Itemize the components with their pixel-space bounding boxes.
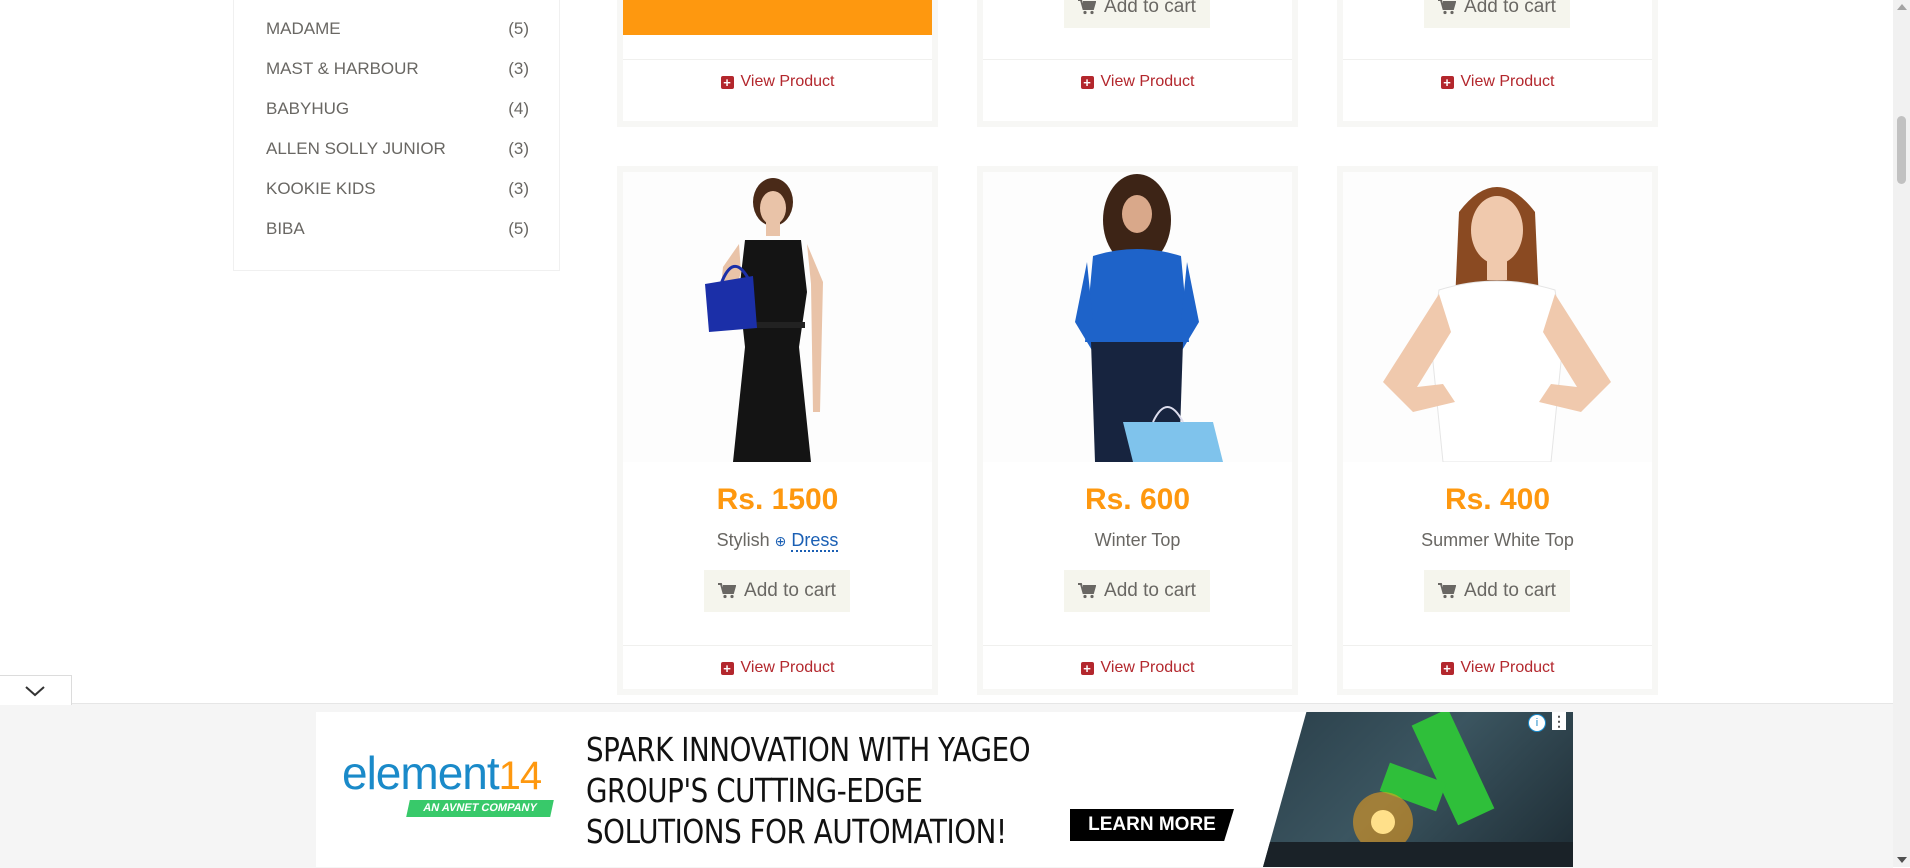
view-product-label: View Product bbox=[740, 659, 835, 676]
product-name: Winter Top bbox=[1094, 530, 1181, 550]
view-product-label: View Product bbox=[1100, 73, 1195, 90]
plus-square-icon: + bbox=[720, 75, 734, 89]
add-to-cart-button[interactable]: Add to cart bbox=[704, 570, 850, 612]
ad-brand-text: element bbox=[342, 747, 500, 799]
scroll-down-icon[interactable] bbox=[1897, 857, 1907, 863]
scroll-up-icon[interactable] bbox=[1897, 4, 1907, 10]
cart-icon bbox=[718, 583, 737, 599]
view-product-link[interactable]: + View Product bbox=[1343, 73, 1652, 91]
ad-bar-line bbox=[72, 703, 1893, 704]
brand-name: BIBA bbox=[266, 219, 305, 238]
product-name: Stylish ⊕ Dress bbox=[623, 530, 932, 552]
product-image[interactable] bbox=[623, 172, 932, 462]
brand-count: (3) bbox=[508, 59, 529, 78]
brand-item-biba[interactable]: BIBA (5) bbox=[266, 217, 529, 241]
ad-brand-number: 14 bbox=[498, 754, 542, 798]
ad-info-icon[interactable]: i bbox=[1528, 714, 1546, 732]
brand-item-kookie-kids[interactable]: KOOKIE KIDS (3) bbox=[266, 177, 529, 201]
view-product-label: View Product bbox=[1460, 659, 1555, 676]
woman-blue-top-image bbox=[983, 172, 1292, 462]
view-product-link[interactable]: + View Product bbox=[983, 659, 1292, 677]
plus-square-icon: + bbox=[1080, 75, 1094, 89]
cart-icon bbox=[1078, 0, 1097, 15]
card-divider bbox=[1343, 645, 1652, 646]
link-circle-icon: ⊕ bbox=[774, 533, 787, 549]
orange-overlay bbox=[623, 0, 932, 35]
brand-item-madame[interactable]: MADAME (5) bbox=[266, 17, 529, 41]
product-card: + View Product bbox=[617, 0, 938, 127]
learn-more-button[interactable]: LEARN MORE bbox=[1070, 809, 1234, 841]
brand-item-babyhug[interactable]: BABYHUG (4) bbox=[266, 97, 529, 121]
product-card: Rs. 600 Winter Top Add to cart + View Pr… bbox=[977, 166, 1298, 695]
page-scrollbar[interactable] bbox=[1893, 0, 1910, 867]
product-price: Rs. 400 bbox=[1444, 483, 1551, 516]
plus-square-icon: + bbox=[1440, 75, 1454, 89]
card-divider bbox=[623, 59, 932, 60]
add-to-cart-label: Add to cart bbox=[1464, 0, 1556, 17]
add-to-cart-label: Add to cart bbox=[1104, 0, 1196, 17]
brand-name: BABYHUG bbox=[266, 99, 350, 118]
add-to-cart-label: Add to cart bbox=[1464, 580, 1556, 601]
add-to-cart-label: Add to cart bbox=[744, 580, 836, 601]
plus-square-icon: + bbox=[1440, 661, 1454, 675]
brand-count: (5) bbox=[508, 219, 529, 238]
add-to-cart-button[interactable]: Add to cart bbox=[1424, 570, 1570, 612]
cart-icon bbox=[1438, 0, 1457, 15]
add-to-cart-button[interactable]: Add to cart bbox=[1064, 570, 1210, 612]
plus-square-icon: + bbox=[720, 661, 734, 675]
brand-name: KOOKIE KIDS bbox=[266, 179, 376, 198]
view-product-label: View Product bbox=[1460, 73, 1555, 90]
view-product-link[interactable]: + View Product bbox=[983, 73, 1292, 91]
cart-icon bbox=[1438, 583, 1457, 599]
view-product-link[interactable]: + View Product bbox=[623, 659, 932, 677]
brand-name: MAST & HARBOUR bbox=[266, 59, 419, 78]
ad-tagline: AN AVNET COMPANY bbox=[406, 800, 554, 817]
card-divider bbox=[1343, 59, 1652, 60]
add-to-cart-button[interactable]: Add to cart bbox=[1424, 0, 1570, 28]
product-card: Add to cart + View Product bbox=[1337, 0, 1658, 127]
product-image[interactable] bbox=[1343, 172, 1652, 462]
add-to-cart-label: Add to cart bbox=[1104, 580, 1196, 601]
dress-link[interactable]: Dress bbox=[791, 530, 839, 552]
card-divider bbox=[983, 59, 1292, 60]
advertisement[interactable]: element14 AN AVNET COMPANY SPARK INNOVAT… bbox=[316, 712, 1573, 867]
product-price: Rs. 1500 bbox=[716, 483, 839, 516]
brand-name: ALLEN SOLLY JUNIOR bbox=[266, 139, 446, 158]
product-price: Rs. 600 bbox=[1084, 483, 1191, 516]
chevron-down-icon bbox=[25, 686, 45, 697]
brand-count: (5) bbox=[508, 19, 529, 38]
card-divider bbox=[623, 645, 932, 646]
view-product-label: View Product bbox=[740, 73, 835, 90]
brand-count: (4) bbox=[508, 99, 529, 118]
add-to-cart-button[interactable]: Add to cart bbox=[1064, 0, 1210, 28]
robot-arm-image bbox=[1263, 712, 1573, 867]
view-product-link[interactable]: + View Product bbox=[1343, 659, 1652, 677]
view-product-link[interactable]: + View Product bbox=[623, 73, 932, 91]
ad-collapse-tab[interactable] bbox=[0, 675, 72, 705]
card-divider bbox=[983, 645, 1292, 646]
plus-square-icon: + bbox=[1080, 661, 1094, 675]
brand-name: MADAME bbox=[266, 19, 341, 38]
scrollbar-thumb[interactable] bbox=[1897, 116, 1906, 184]
cart-icon bbox=[1078, 583, 1097, 599]
product-card: Add to cart + View Product bbox=[977, 0, 1298, 127]
product-name: Summer White Top bbox=[1421, 530, 1574, 550]
product-name-text: Stylish bbox=[716, 530, 770, 550]
view-product-label: View Product bbox=[1100, 659, 1195, 676]
ad-headline: SPARK INNOVATION WITH YAGEO GROUP'S CUTT… bbox=[586, 730, 1031, 851]
brand-count: (3) bbox=[508, 179, 529, 198]
product-image[interactable] bbox=[983, 172, 1292, 462]
product-card: Rs. 1500 Stylish ⊕ Dress Add to cart + V… bbox=[617, 166, 938, 695]
brands-panel: MADAME (5) MAST & HARBOUR (3) BABYHUG (4… bbox=[233, 0, 560, 271]
woman-black-dress-image bbox=[623, 172, 932, 462]
ad-menu-icon[interactable]: ⋮ bbox=[1552, 712, 1566, 730]
brand-item-allen-solly-junior[interactable]: ALLEN SOLLY JUNIOR (3) bbox=[266, 137, 529, 161]
product-card: Rs. 400 Summer White Top Add to cart + V… bbox=[1337, 166, 1658, 695]
brand-item-mast-harbour[interactable]: MAST & HARBOUR (3) bbox=[266, 57, 529, 81]
woman-white-top-image bbox=[1343, 172, 1652, 462]
element14-logo: element14 bbox=[342, 746, 542, 800]
brand-count: (3) bbox=[508, 139, 529, 158]
